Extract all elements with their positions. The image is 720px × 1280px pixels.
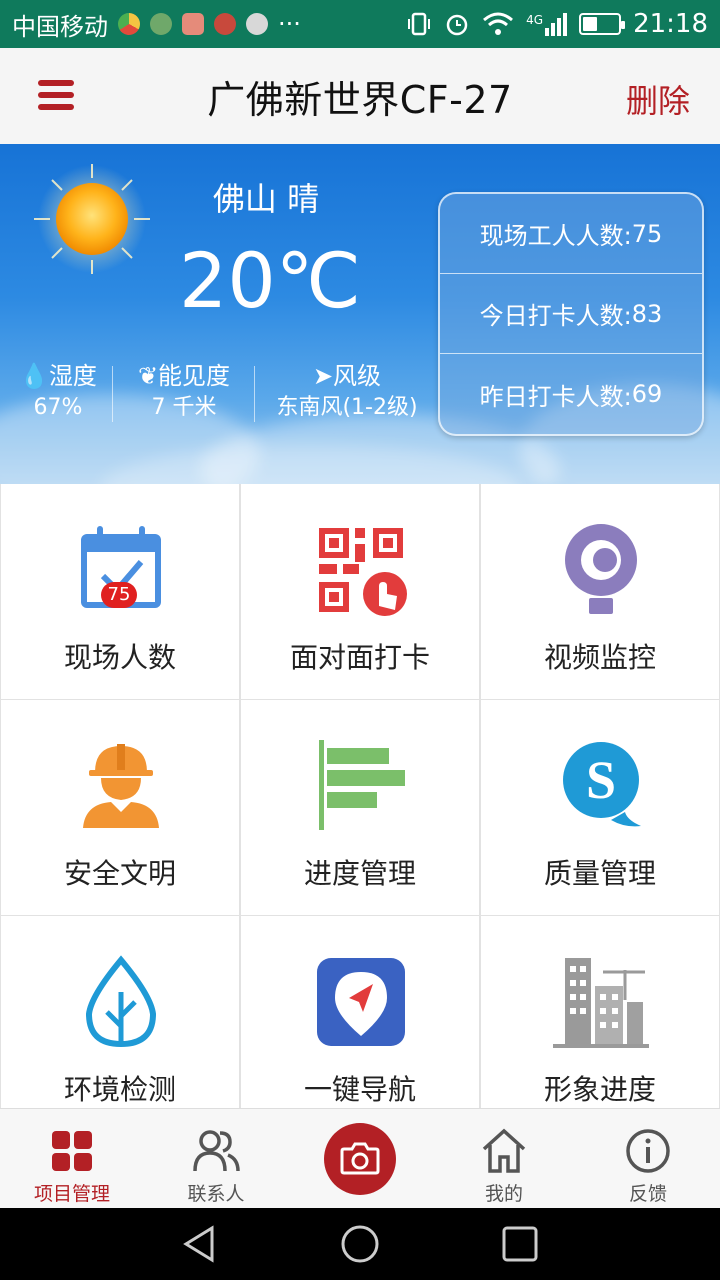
home-circle-icon[interactable] [338, 1222, 382, 1266]
wifi-icon [483, 12, 514, 35]
nav-label: 我的 [484, 1183, 523, 1205]
contacts-icon [193, 1130, 240, 1172]
nav-label: 项目管理 [33, 1183, 110, 1205]
app-notification-icon [214, 13, 236, 35]
wind-stat: ➤风级 东南风(1-2级) [264, 360, 430, 424]
stat-value: 75 [631, 219, 663, 248]
app-notification-icon [150, 13, 172, 35]
grid-item-label: 现场人数 [63, 641, 176, 674]
divider [254, 366, 255, 422]
grid-item-quality-management[interactable]: S 质量管理 [480, 700, 720, 916]
info-icon [626, 1129, 670, 1173]
weather-banner: 佛山 晴 20℃ 💧湿度 67% ❦能见度 7 千米 ➤风级 东南风(1-2级)… [0, 144, 720, 484]
grid-item-label: 形象进度 [543, 1073, 656, 1106]
wind-label: 风级 [333, 362, 382, 390]
visibility-stat: ❦能见度 7 千米 [122, 360, 246, 424]
hamburger-icon [38, 80, 74, 86]
humidity-drop-icon: 💧 [19, 362, 49, 390]
nav-label: 反馈 [628, 1183, 667, 1205]
grid-item-navigation[interactable]: 一键导航 [240, 916, 480, 1108]
wind-arrow-icon: ➤ [312, 362, 334, 390]
bottom-nav: 项目管理 联系人 我的 反馈 [0, 1108, 720, 1208]
nav-mine[interactable]: 我的 [432, 1109, 576, 1209]
grid-item-progress-management[interactable]: 进度管理 [240, 700, 480, 916]
buildings-crane-icon [553, 958, 649, 1048]
visibility-value: 7 千米 [151, 395, 217, 420]
grid-item-video-monitoring[interactable]: 视频监控 [480, 484, 720, 700]
grid-item-label: 质量管理 [543, 857, 656, 890]
menu-button[interactable] [38, 80, 74, 110]
camera-button[interactable] [324, 1123, 396, 1195]
stat-yesterday-checkins: 昨日打卡人数: 69 [479, 380, 663, 411]
carrier-name: 中国移动 [12, 12, 108, 41]
grid-item-label: 面对面打卡 [289, 641, 430, 674]
webcam-icon [565, 524, 637, 614]
quality-s-icon: S [563, 742, 641, 827]
grid-item-safety[interactable]: 安全文明 [0, 700, 240, 916]
grid-item-label: 进度管理 [303, 857, 416, 890]
nav-feedback[interactable]: 反馈 [576, 1109, 720, 1209]
stat-onsite-workers: 现场工人人数: 75 [440, 194, 702, 274]
signal-icon: 4G [526, 12, 568, 36]
humidity-label: 湿度 [48, 362, 97, 390]
grid-item-onsite-count[interactable]: 75 现场人数 [0, 484, 240, 700]
network-type: 4G [526, 12, 544, 27]
grid-item-label: 环境检测 [63, 1073, 176, 1106]
recents-icon[interactable] [498, 1222, 542, 1266]
alarm-icon [446, 14, 468, 36]
nav-project-management[interactable]: 项目管理 [0, 1109, 144, 1209]
vibrate-icon [408, 12, 431, 36]
stat-today-checkins: 今日打卡人数: 83 [440, 274, 702, 354]
app-bar: 广佛新世界CF-27 删除 [0, 48, 720, 144]
grid-item-environment-monitoring[interactable]: 环境检测 [0, 916, 240, 1108]
weather-temperature: 20℃ [178, 236, 362, 325]
attendance-stats-panel: 现场工人人数: 75 今日打卡人数: 83 昨日打卡人数: 69 [438, 192, 704, 436]
wind-value: 东南风(1-2级) [276, 395, 418, 420]
leaf-icon: ❦ [137, 362, 159, 390]
page-title: 广佛新世界CF-27 [207, 77, 513, 122]
camera-icon [340, 1142, 380, 1175]
app-notification-icon [182, 13, 204, 35]
function-grid: 75 现场人数 面对面打卡 视频监控 安全文明 进度管理 S 质量管理 环境检测… [0, 484, 720, 1108]
more-notifications-icon: ··· [278, 10, 301, 38]
grid-icon [52, 1131, 92, 1171]
svg-text:S: S [586, 750, 616, 810]
nav-label: 联系人 [187, 1183, 245, 1205]
back-icon[interactable] [178, 1222, 222, 1266]
navigation-pin-icon [317, 958, 405, 1046]
nav-contacts[interactable]: 联系人 [144, 1109, 288, 1209]
grid-item-face-checkin[interactable]: 面对面打卡 [240, 484, 480, 700]
system-nav-bar [0, 1208, 720, 1280]
stat-value: 69 [631, 380, 663, 408]
home-icon [482, 1128, 526, 1173]
delete-button[interactable]: 删除 [626, 76, 690, 122]
grid-item-label: 视频监控 [543, 641, 656, 674]
leaf-drop-icon [85, 955, 157, 1048]
battery-icon [579, 13, 626, 35]
divider [112, 366, 113, 422]
app-notification-icon [246, 13, 268, 35]
grid-item-label: 安全文明 [63, 857, 176, 890]
browser-notification-icon [118, 13, 140, 35]
humidity-value: 67% [33, 395, 83, 420]
onsite-count-badge: 75 [101, 582, 137, 608]
grid-item-label: 一键导航 [303, 1073, 416, 1106]
humidity-stat: 💧湿度 67% [12, 360, 104, 424]
notification-icons: ··· [118, 10, 301, 38]
weather-city-condition: 佛山 晴 [212, 180, 320, 218]
stat-value: 83 [631, 299, 663, 328]
worker-helmet-icon [83, 744, 159, 828]
qr-code-tap-icon [319, 528, 407, 616]
progress-bars-icon [319, 740, 405, 830]
visibility-label: 能见度 [158, 362, 231, 390]
grid-item-image-progress[interactable]: 形象进度 [480, 916, 720, 1108]
status-bar: 中国移动 ··· 4G 21:18 [0, 0, 720, 48]
clock: 21:18 [633, 9, 708, 39]
sunny-icon [34, 164, 150, 274]
